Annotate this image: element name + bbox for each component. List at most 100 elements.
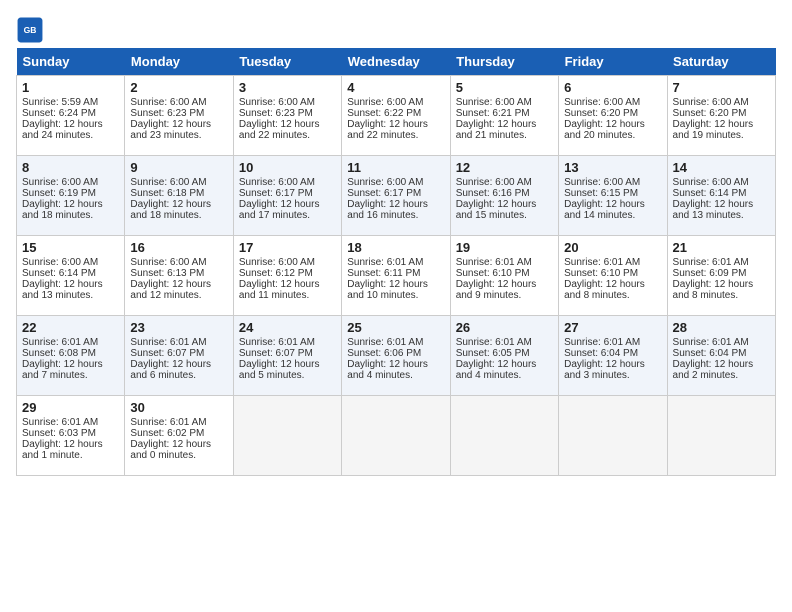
day-number: 16 [130,240,227,255]
day-number: 12 [456,160,553,175]
day-number: 23 [130,320,227,335]
table-row: 19Sunrise: 6:01 AMSunset: 6:10 PMDayligh… [450,236,558,316]
daylight-label: Daylight: 12 hours and 23 minutes. [130,119,211,141]
sunrise-label: Sunrise: 6:00 AM [130,177,206,188]
day-number: 29 [22,400,119,415]
table-row [233,396,341,476]
sunrise-label: Sunrise: 6:01 AM [239,337,315,348]
sunset-label: Sunset: 6:03 PM [22,428,96,439]
col-saturday: Saturday [667,48,775,76]
daylight-label: Daylight: 12 hours and 16 minutes. [347,199,428,221]
sunrise-label: Sunrise: 6:00 AM [22,177,98,188]
table-row [342,396,450,476]
sunrise-label: Sunrise: 6:01 AM [673,257,749,268]
col-thursday: Thursday [450,48,558,76]
day-number: 24 [239,320,336,335]
table-row: 29Sunrise: 6:01 AMSunset: 6:03 PMDayligh… [17,396,125,476]
sunrise-label: Sunrise: 6:00 AM [347,97,423,108]
calendar-week-row: 15Sunrise: 6:00 AMSunset: 6:14 PMDayligh… [17,236,776,316]
table-row: 8Sunrise: 6:00 AMSunset: 6:19 PMDaylight… [17,156,125,236]
table-row: 27 Sunrise: 6:01 AMSunset: 6:04 PMDayligh… [559,316,667,396]
sunrise-label: Sunrise: 6:00 AM [130,257,206,268]
calendar-week-row: 1Sunrise: 5:59 AMSunset: 6:24 PMDaylight… [17,76,776,156]
sunrise-label: Sunrise: 6:01 AM [130,337,206,348]
table-row: 7Sunrise: 6:00 AMSunset: 6:20 PMDaylight… [667,76,775,156]
table-row: 14 Sunrise: 6:00 AMSunset: 6:14 PMDayligh… [667,156,775,236]
daylight-label: Daylight: 12 hours and 9 minutes. [456,279,537,301]
table-row: 12Sunrise: 6:00 AMSunset: 6:16 PMDayligh… [450,156,558,236]
sunrise-label: Sunrise: 6:00 AM [673,177,749,188]
table-row: 18Sunrise: 6:01 AMSunset: 6:11 PMDayligh… [342,236,450,316]
sunrise-label: Sunrise: 6:01 AM [564,257,640,268]
table-row: 23Sunrise: 6:01 AMSunset: 6:07 PMDayligh… [125,316,233,396]
table-row: 10Sunrise: 6:00 AMSunset: 6:17 PMDayligh… [233,156,341,236]
day-number: 2 [130,80,227,95]
sunset-label: Sunset: 6:23 PM [130,108,204,119]
daylight-label: Daylight: 12 hours and 24 minutes. [22,119,103,141]
day-number: 27 [564,320,661,335]
sunrise-label: Sunrise: 6:01 AM [22,337,98,348]
sunset-label: Sunset: 6:22 PM [347,108,421,119]
sunset-label: Sunset: 6:13 PM [130,268,204,279]
table-row [667,396,775,476]
sunrise-label: Sunrise: 6:00 AM [130,97,206,108]
sunrise-label: Sunrise: 6:00 AM [239,97,315,108]
sunrise-label: Sunrise: 6:01 AM [347,337,423,348]
daylight-label: Daylight: 12 hours and 6 minutes. [130,359,211,381]
table-row: 22Sunrise: 6:01 AMSunset: 6:08 PMDayligh… [17,316,125,396]
daylight-label: Daylight: 12 hours and 15 minutes. [456,199,537,221]
day-number: 26 [456,320,553,335]
sunrise-label: Sunrise: 6:00 AM [456,97,532,108]
day-number: 18 [347,240,444,255]
table-row: 5Sunrise: 6:00 AMSunset: 6:21 PMDaylight… [450,76,558,156]
table-row: 2 Sunrise: 6:00 AMSunset: 6:23 PMDaylight… [125,76,233,156]
daylight-label: Daylight: 12 hours and 0 minutes. [130,439,211,461]
day-number: 11 [347,160,444,175]
daylight-label: Daylight: 12 hours and 17 minutes. [239,199,320,221]
daylight-label: Daylight: 12 hours and 22 minutes. [239,119,320,141]
day-number: 21 [673,240,770,255]
daylight-label: Daylight: 12 hours and 22 minutes. [347,119,428,141]
sunset-label: Sunset: 6:04 PM [673,348,747,359]
daylight-label: Daylight: 12 hours and 4 minutes. [456,359,537,381]
sunset-label: Sunset: 6:05 PM [456,348,530,359]
daylight-label: Daylight: 12 hours and 18 minutes. [22,199,103,221]
daylight-label: Daylight: 12 hours and 3 minutes. [564,359,645,381]
col-sunday: Sunday [17,48,125,76]
logo-icon: GB [16,16,44,44]
daylight-label: Daylight: 12 hours and 4 minutes. [347,359,428,381]
table-row [559,396,667,476]
sunset-label: Sunset: 6:17 PM [347,188,421,199]
sunrise-label: Sunrise: 6:01 AM [22,417,98,428]
sunset-label: Sunset: 6:16 PM [456,188,530,199]
table-row: 25Sunrise: 6:01 AMSunset: 6:06 PMDayligh… [342,316,450,396]
day-number: 5 [456,80,553,95]
sunset-label: Sunset: 6:15 PM [564,188,638,199]
calendar-week-row: 22Sunrise: 6:01 AMSunset: 6:08 PMDayligh… [17,316,776,396]
sunset-label: Sunset: 6:07 PM [239,348,313,359]
day-number: 4 [347,80,444,95]
table-row: 16 Sunrise: 6:00 AMSunset: 6:13 PMDayligh… [125,236,233,316]
daylight-label: Daylight: 12 hours and 18 minutes. [130,199,211,221]
sunrise-label: Sunrise: 6:01 AM [564,337,640,348]
day-number: 3 [239,80,336,95]
sunrise-label: Sunrise: 6:01 AM [456,257,532,268]
sunset-label: Sunset: 6:08 PM [22,348,96,359]
daylight-label: Daylight: 12 hours and 12 minutes. [130,279,211,301]
sunset-label: Sunset: 6:06 PM [347,348,421,359]
header-row: Sunday Monday Tuesday Wednesday Thursday… [17,48,776,76]
svg-text:GB: GB [24,25,37,35]
sunset-label: Sunset: 6:21 PM [456,108,530,119]
day-number: 1 [22,80,119,95]
sunset-label: Sunset: 6:14 PM [673,188,747,199]
calendar-table: Sunday Monday Tuesday Wednesday Thursday… [16,48,776,476]
sunset-label: Sunset: 6:14 PM [22,268,96,279]
daylight-label: Daylight: 12 hours and 2 minutes. [673,359,754,381]
day-number: 20 [564,240,661,255]
day-number: 14 [673,160,770,175]
daylight-label: Daylight: 12 hours and 13 minutes. [673,199,754,221]
table-row: 13Sunrise: 6:00 AMSunset: 6:15 PMDayligh… [559,156,667,236]
daylight-label: Daylight: 12 hours and 5 minutes. [239,359,320,381]
daylight-label: Daylight: 12 hours and 13 minutes. [22,279,103,301]
sunset-label: Sunset: 6:04 PM [564,348,638,359]
